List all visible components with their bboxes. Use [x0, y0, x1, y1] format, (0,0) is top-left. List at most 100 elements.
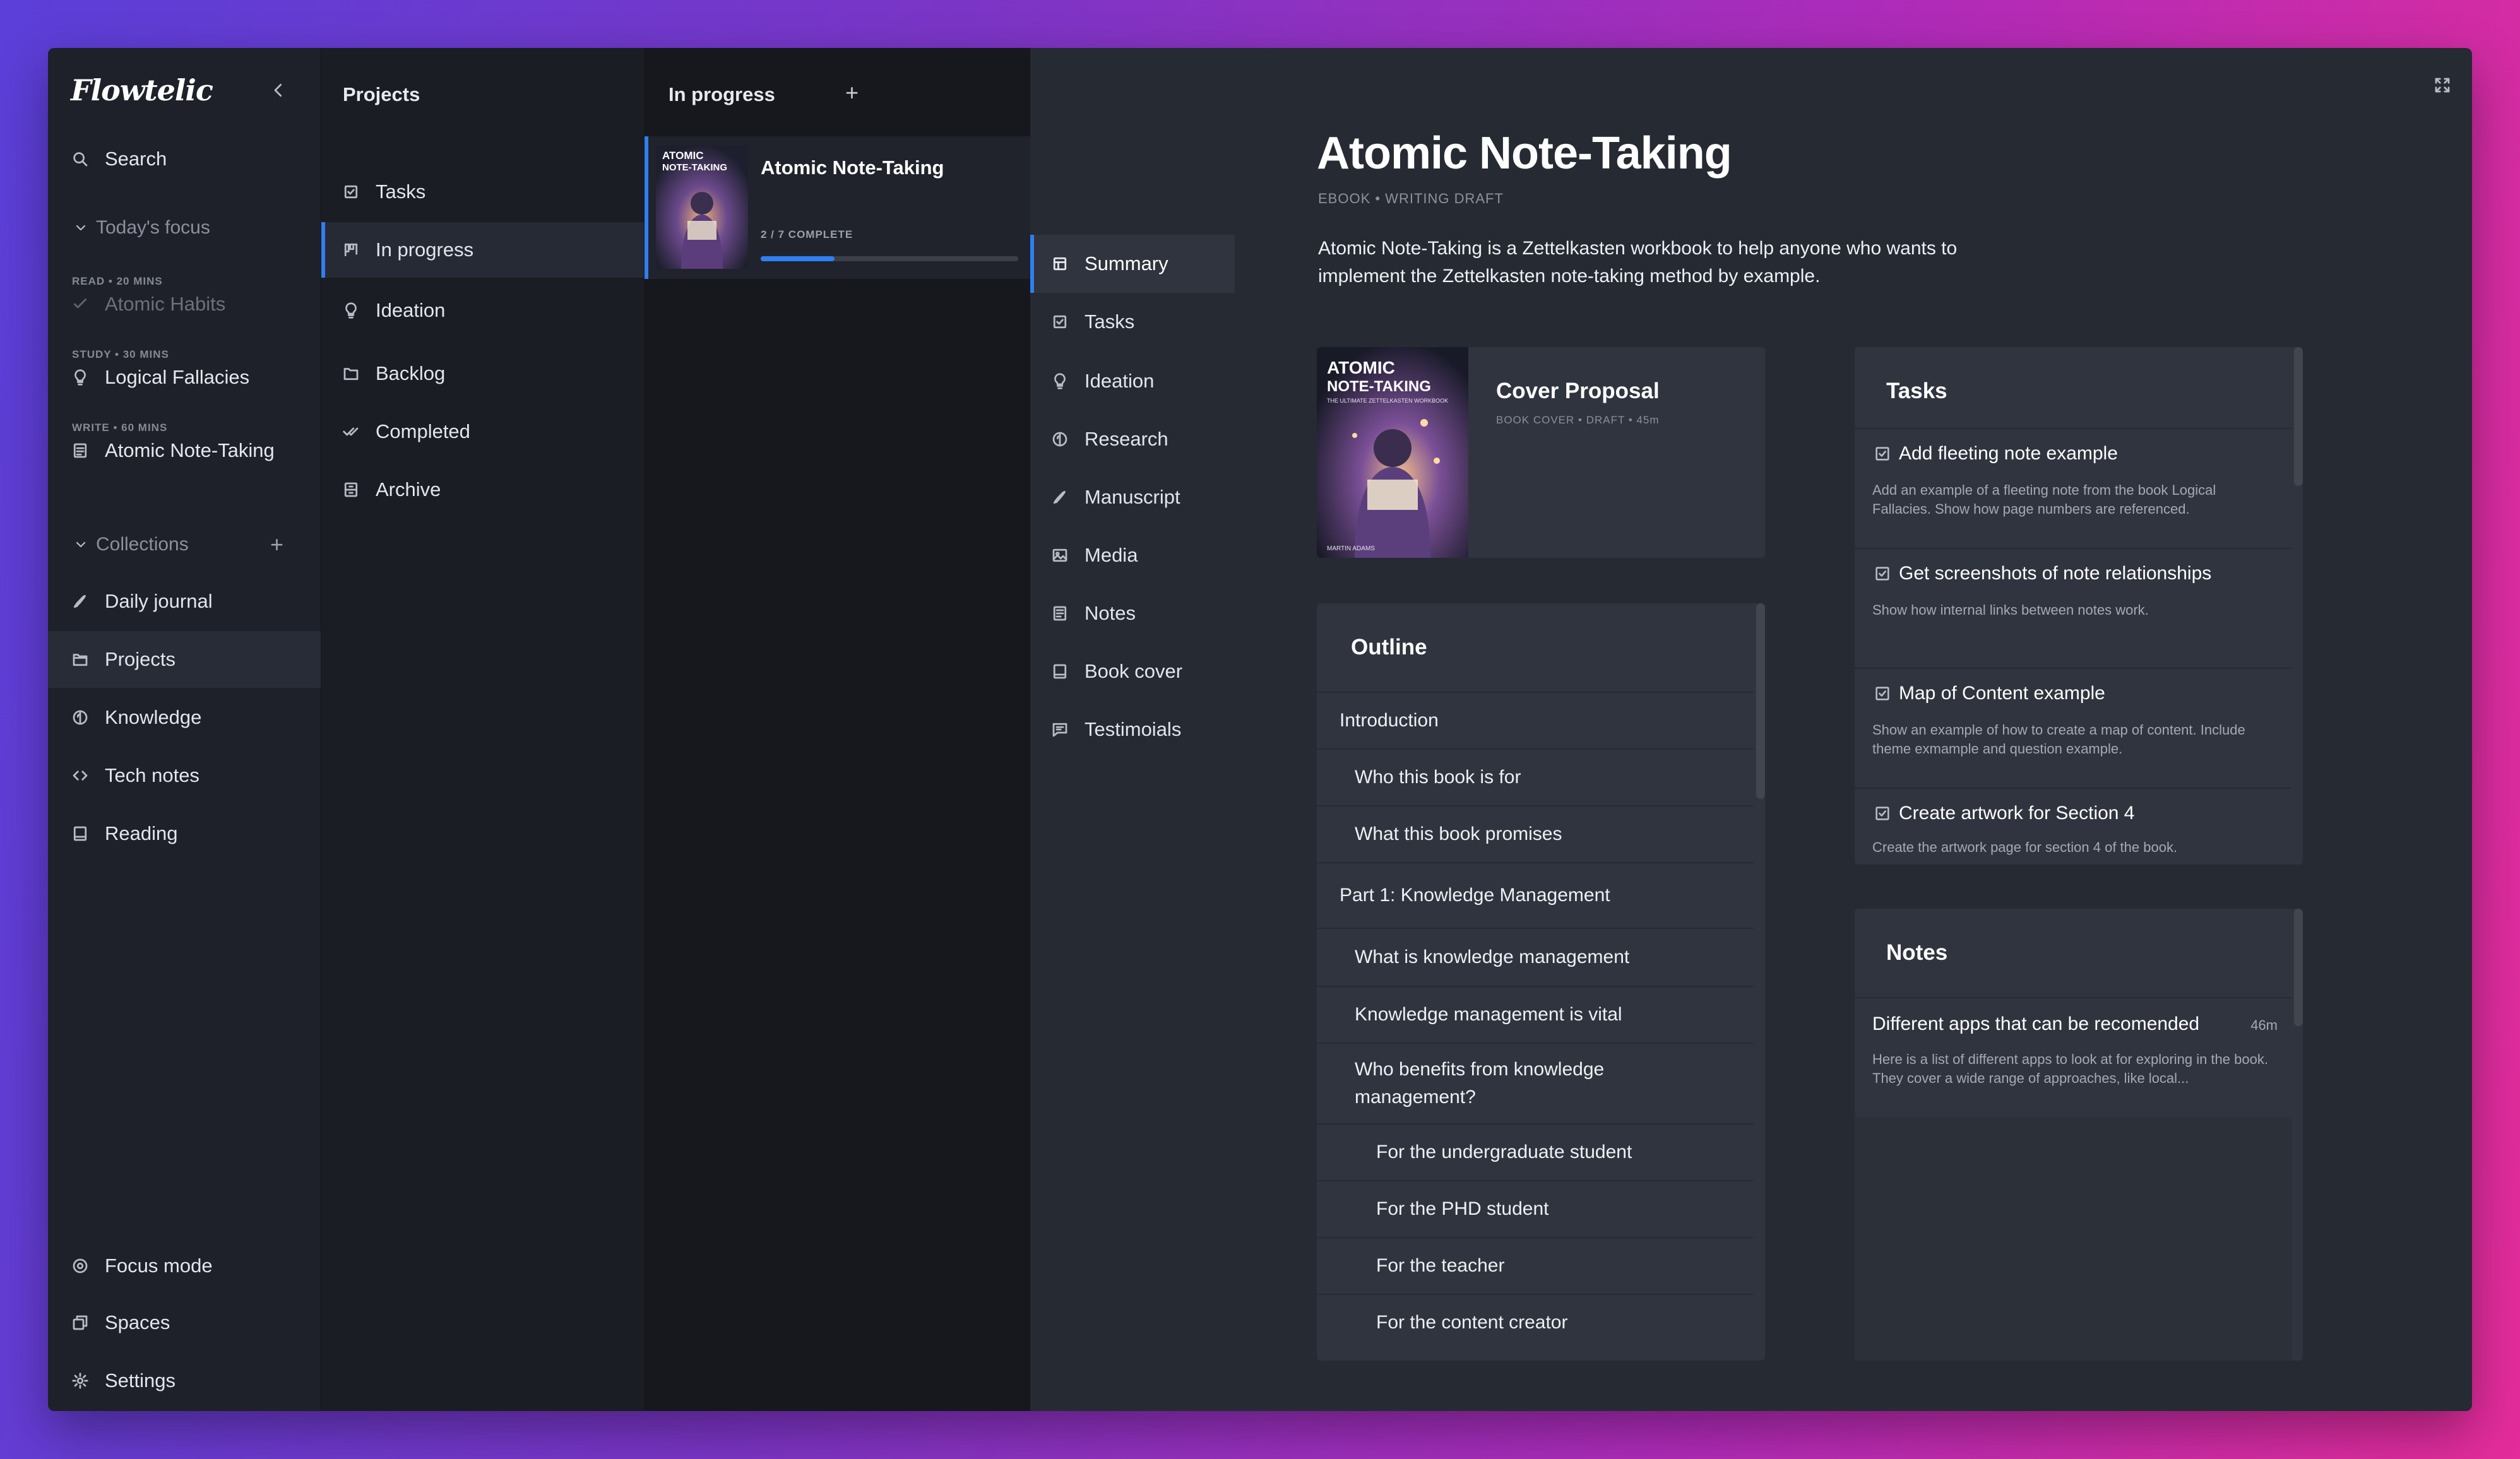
cover-proposal-card[interactable]: ATOMIC NOTE-TAKING THE ULTIMATE ZETTELKA… [1317, 347, 1765, 558]
focus-item-logical-fallacies[interactable]: Logical Fallacies [69, 366, 249, 389]
cover-title-line2: NOTE-TAKING [1327, 378, 1431, 395]
outline-row[interactable]: Knowledge management is vital [1317, 986, 1754, 1043]
tab-research[interactable]: Research [1030, 410, 1235, 468]
project-card[interactable]: ATOMIC NOTE-TAKING Atomic Note-Taking 2 … [645, 136, 1031, 279]
spaces-button[interactable]: Spaces [69, 1304, 170, 1342]
bulb-icon [69, 367, 91, 388]
notes-icon [1049, 603, 1071, 624]
search-icon [69, 148, 91, 170]
checkbox-icon[interactable] [1874, 683, 1891, 704]
tab-label: Tasks [1085, 310, 1135, 333]
focus-mode-label: Focus mode [105, 1255, 213, 1277]
summary-icon [1049, 253, 1071, 275]
collections-header[interactable]: Collections [73, 534, 189, 555]
book-icon [69, 823, 91, 844]
project-view-label: Tasks [376, 180, 426, 203]
chevron-down-icon [73, 534, 88, 555]
task-item[interactable]: Add fleeting note example Add an example… [1855, 428, 2291, 548]
sidebar: Flowtelic Search Today's focus READ • 20… [48, 48, 321, 1411]
tab-manuscript[interactable]: Manuscript [1030, 468, 1235, 526]
tab-media[interactable]: Media [1030, 526, 1235, 584]
tab-book-cover[interactable]: Book cover [1030, 642, 1235, 700]
task-item[interactable]: Create artwork for Section 4 Create the … [1855, 788, 2291, 865]
project-view-in-progress[interactable]: In progress [321, 222, 645, 278]
archive-icon [340, 479, 362, 500]
task-description: Create the artwork page for section 4 of… [1872, 839, 2178, 855]
collection-label: Tech notes [105, 764, 199, 786]
outline-row[interactable]: What this book promises [1317, 805, 1754, 862]
cover-proposal-title: Cover Proposal [1496, 379, 1660, 403]
tasks-scrollbar[interactable] [2294, 347, 2303, 486]
project-progress-bar [761, 256, 1018, 261]
project-view-backlog[interactable]: Backlog [321, 346, 645, 401]
focus-item-atomic-note-taking[interactable]: Atomic Note-Taking [69, 439, 275, 462]
tab-testimonials[interactable]: Testimoials [1030, 700, 1235, 759]
project-view-ideation[interactable]: Ideation [321, 283, 645, 338]
outline-row-label: What is knowledge management [1355, 947, 1630, 967]
outline-row[interactable]: For the PHD student [1317, 1180, 1754, 1237]
outline-row[interactable]: Part 1: Knowledge Management [1317, 862, 1754, 928]
outline-row-label: Who benefits from knowledge management? [1355, 1059, 1605, 1108]
collection-daily-journal[interactable]: Daily journal [48, 573, 321, 630]
search-button[interactable]: Search [69, 140, 167, 178]
tab-summary[interactable]: Summary [1030, 235, 1235, 293]
project-detail: Summary Tasks Ideation Research Manuscri… [1030, 48, 2472, 1411]
project-view-label: Ideation [376, 299, 446, 321]
outline-row[interactable]: Who this book is for [1317, 748, 1754, 805]
add-collection-button[interactable]: + [270, 531, 283, 558]
task-item[interactable]: Map of Content example Show an example o… [1855, 668, 2291, 788]
focus-item-atomic-habits[interactable]: Atomic Habits [69, 293, 225, 316]
add-project-button[interactable]: + [845, 80, 859, 106]
expand-icon[interactable] [2432, 74, 2453, 96]
collapse-sidebar-icon[interactable] [268, 80, 289, 101]
outline-row[interactable]: What is knowledge management [1317, 928, 1754, 986]
outline-scrollbar[interactable] [1756, 603, 1765, 799]
focus-meta: READ • 20 MINS [72, 275, 163, 287]
settings-label: Settings [105, 1369, 176, 1391]
page-description: Atomic Note-Taking is a Zettelkasten wor… [1318, 238, 1958, 286]
outline-row-label: Who this book is for [1355, 767, 1521, 788]
app-window: Flowtelic Search Today's focus READ • 20… [48, 48, 2472, 1411]
projects-column: Projects Tasks In progress Ideation Back… [321, 48, 645, 1411]
outline-row[interactable]: For the content creator [1317, 1294, 1754, 1350]
notes-scrollbar[interactable] [2294, 909, 2303, 1026]
focus-mode-button[interactable]: Focus mode [69, 1247, 213, 1285]
project-view-label: Backlog [376, 362, 446, 384]
project-view-archive[interactable]: Archive [321, 462, 645, 517]
outline-row-label: For the PHD student [1376, 1198, 1549, 1219]
project-view-tasks[interactable]: Tasks [321, 164, 645, 220]
outline-row[interactable]: For the undergraduate student [1317, 1123, 1754, 1180]
project-view-label: Archive [376, 478, 441, 500]
tab-tasks[interactable]: Tasks [1030, 293, 1235, 351]
cover-title-line1: ATOMIC [1327, 358, 1395, 377]
outline-row-label: For the teacher [1376, 1255, 1505, 1276]
focus-meta: STUDY • 30 MINS [72, 348, 169, 360]
in-progress-title: In progress [669, 83, 775, 105]
todays-focus-header[interactable]: Today's focus [73, 217, 210, 239]
outline-row[interactable]: Introduction [1317, 692, 1754, 748]
note-title: Different apps that can be recomended [1872, 1013, 2200, 1034]
outline-row[interactable]: Who benefits from knowledge management? [1317, 1043, 1754, 1123]
checkbox-icon[interactable] [1874, 803, 1891, 824]
outline-row-label: What this book promises [1355, 824, 1562, 844]
tab-label: Research [1085, 428, 1168, 450]
notes-panel: Notes Different apps that can be recomen… [1855, 909, 2303, 1361]
task-item[interactable]: Get screenshots of note relationships Sh… [1855, 548, 2291, 668]
tab-label: Ideation [1085, 370, 1155, 392]
checkbox-icon[interactable] [1874, 443, 1891, 464]
tab-notes[interactable]: Notes [1030, 584, 1235, 642]
pen-icon [1049, 487, 1071, 508]
collection-knowledge[interactable]: Knowledge [48, 689, 321, 746]
tab-ideation[interactable]: Ideation [1030, 352, 1235, 410]
task-title: Map of Content example [1899, 683, 2105, 704]
project-view-completed[interactable]: Completed [321, 404, 645, 459]
collection-tech-notes[interactable]: Tech notes [48, 747, 321, 804]
focus-item-label: Atomic Note-Taking [105, 439, 275, 461]
outline-row[interactable]: For the teacher [1317, 1237, 1754, 1294]
checkbox-icon[interactable] [1874, 563, 1891, 584]
collection-projects[interactable]: Projects [48, 631, 321, 688]
note-item[interactable]: Different apps that can be recomended 46… [1855, 997, 2291, 1117]
collection-reading[interactable]: Reading [48, 805, 321, 862]
settings-button[interactable]: Settings [69, 1362, 175, 1400]
collections-label: Collections [96, 534, 189, 555]
